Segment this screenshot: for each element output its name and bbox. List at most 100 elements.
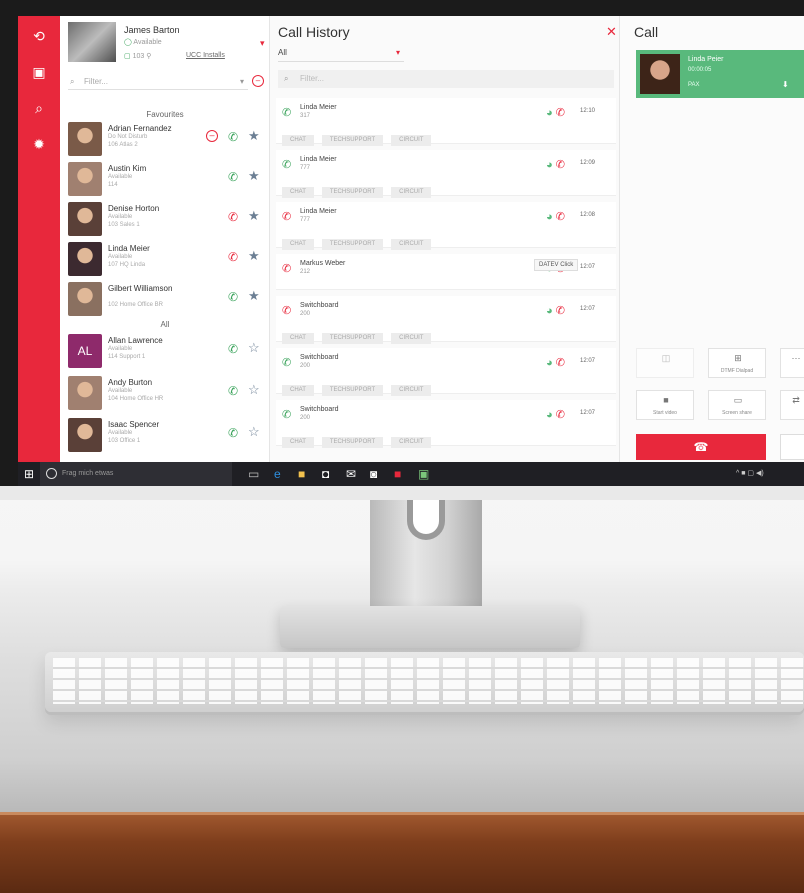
store-icon[interactable]: ◘ — [322, 466, 329, 482]
user-status[interactable]: ◯ Available — [124, 38, 162, 46]
hang-up-button[interactable]: ☎ — [636, 434, 766, 460]
datev-icon[interactable]: ◕ — [546, 211, 553, 223]
tag[interactable]: TECHSUPPORT — [321, 135, 384, 146]
history-search-input[interactable]: ⌕ Filter... — [278, 70, 614, 88]
transfer-button[interactable]: ⇄ — [780, 390, 804, 420]
hold-button[interactable]: ◫ — [636, 348, 694, 378]
secondary-button[interactable] — [780, 434, 804, 460]
taskbar-search[interactable]: Frag mich etwas — [40, 462, 232, 486]
monitor: ⟲ ▣ ⌕ ✹ James Barton ◯ Available ▢ 103 ⚲… — [0, 0, 804, 500]
datev-icon[interactable]: ◕ — [546, 159, 553, 171]
star-icon[interactable]: ★ — [248, 288, 260, 304]
datev-icon[interactable]: ◕ — [546, 305, 553, 317]
phone-icon[interactable]: ✆ — [556, 211, 565, 223]
row-actions: ◕ ✆ — [546, 106, 565, 119]
contact-row[interactable]: Denise Horton Available 103 Sales 1 ✆ ★ — [68, 202, 266, 238]
tag[interactable]: CIRCUIT — [391, 385, 432, 396]
history-row[interactable]: ✆ Switchboard 200 ◕ ✆ 12:07 CHAT TECHSUPPORT CI… — [276, 348, 616, 396]
tag[interactable]: CHAT — [282, 385, 314, 396]
app-icon[interactable]: ■ — [394, 466, 401, 482]
star-icon[interactable]: ★ — [248, 168, 260, 184]
phone-icon[interactable]: ✆ — [556, 409, 565, 421]
system-tray[interactable]: ^ ■ ▢ ◀) — [736, 462, 764, 486]
chevron-down-icon[interactable]: ▾ — [260, 38, 265, 49]
contact-row[interactable]: Gilbert Williamson 102 Home Office BR ✆ ★ — [68, 282, 266, 318]
star-outline-icon[interactable]: ☆ — [248, 382, 260, 398]
tag[interactable]: CHAT — [282, 135, 314, 146]
phone-icon[interactable]: ✆ — [228, 130, 238, 144]
tag[interactable]: CIRCUIT — [391, 239, 432, 250]
more-button[interactable]: ⋯ — [780, 348, 804, 378]
datev-icon[interactable]: ◕ — [546, 107, 553, 119]
tag[interactable]: CHAT — [282, 239, 314, 250]
phone-icon[interactable]: ✆ — [228, 250, 238, 264]
star-outline-icon[interactable]: ☆ — [248, 424, 260, 440]
datev-icon[interactable]: ◕ — [546, 357, 553, 369]
camera-icon[interactable]: ◙ — [370, 466, 377, 482]
tag[interactable]: CHAT — [282, 333, 314, 344]
uc-link[interactable]: UCC Installs — [186, 52, 225, 59]
tag[interactable]: CIRCUIT — [391, 333, 432, 344]
history-row[interactable]: ✆ Linda Meier 777 ◕ ✆ 12:08 CHAT TECHSUPPORT CI… — [276, 202, 616, 250]
tag[interactable]: TECHSUPPORT — [321, 239, 384, 250]
contacts-icon[interactable]: ▣ — [18, 58, 60, 86]
do-not-disturb-icon[interactable]: – — [252, 75, 264, 87]
contacts-filter-input[interactable]: ⌕ Filter... ▾ — [68, 74, 248, 90]
phone-icon[interactable]: ✆ — [556, 107, 565, 119]
contact-row[interactable]: Isaac Spencer Available 103 Office 1 ✆ ☆ — [68, 418, 266, 454]
explorer-icon[interactable]: ■ — [298, 466, 305, 482]
phone-icon[interactable]: ✆ — [228, 210, 238, 224]
phone-icon[interactable]: ✆ — [228, 170, 238, 184]
tag[interactable]: CHAT — [282, 437, 314, 448]
phone-icon[interactable]: ✆ — [556, 305, 565, 317]
task-view-icon[interactable]: ▭ — [248, 466, 259, 482]
chevron-down-icon[interactable]: ▾ — [240, 74, 244, 90]
settings-icon[interactable]: ✹ — [18, 130, 60, 158]
tag[interactable]: CHAT — [282, 187, 314, 198]
contact-row[interactable]: AL Allan Lawrence Available 114 Support 1 ✆ ☆ — [68, 334, 266, 370]
video-button[interactable]: ■ Start video — [636, 390, 694, 420]
history-row[interactable]: ✆ Linda Meier 317 ◕ ✆ 12:10 CHAT TECHSUPPORT CI… — [276, 98, 616, 146]
contact-row[interactable]: Linda Meier Available 107 HQ Linda ✆ ★ — [68, 242, 266, 278]
phone-icon[interactable]: ✆ — [228, 342, 238, 356]
datev-icon[interactable]: ◕ — [546, 409, 553, 421]
star-icon[interactable]: ★ — [248, 128, 260, 144]
contact-row[interactable]: Adrian Fernandez Do Not Disturb 106 Atlas … — [68, 122, 266, 158]
tag[interactable]: CIRCUIT — [391, 187, 432, 198]
user-profile[interactable]: James Barton ◯ Available ▢ 103 ⚲ UCC Ins… — [68, 22, 265, 70]
chevron-down-icon[interactable]: ⬇ — [782, 80, 789, 89]
browser-icon[interactable]: e — [274, 466, 281, 482]
history-row[interactable]: ✆ Linda Meier 777 ◕ ✆ 12:09 CHAT TECHSUPPORT CI… — [276, 150, 616, 198]
star-outline-icon[interactable]: ☆ — [248, 340, 260, 356]
tag[interactable]: TECHSUPPORT — [321, 385, 384, 396]
search-icon[interactable]: ⌕ — [18, 94, 60, 122]
phone-icon[interactable]: ✆ — [228, 426, 238, 440]
tag[interactable]: TECHSUPPORT — [321, 187, 384, 198]
photos-icon[interactable]: ▣ — [418, 466, 429, 482]
contact-row[interactable]: Andy Burton Available 104 Home Office HR ✆ ☆ — [68, 376, 266, 412]
phone-icon[interactable]: ✆ — [228, 384, 238, 398]
dialpad-button[interactable]: ⊞ DTMF Dialpad — [708, 348, 766, 378]
tag[interactable]: TECHSUPPORT — [321, 437, 384, 448]
history-row[interactable]: ✆ Switchboard 200 ◕ ✆ 12:07 CHAT TECHSUPPORT CI… — [276, 296, 616, 344]
star-icon[interactable]: ★ — [248, 208, 260, 224]
history-name: Switchboard — [300, 354, 339, 361]
history-filter-select[interactable]: All ▾ — [278, 48, 404, 62]
history-row[interactable]: ✆ Switchboard 200 ◕ ✆ 12:07 CHAT TECHSUPPORT CI… — [276, 400, 616, 448]
phone-icon[interactable]: ✆ — [228, 290, 238, 304]
contact-row[interactable]: Austin Kim Available 114 ✆ ★ — [68, 162, 266, 198]
tag[interactable]: CIRCUIT — [391, 437, 432, 448]
active-call-card[interactable]: Linda Peier 00:00:05 PAX ⬇ — [636, 50, 804, 98]
phone-icon[interactable]: ✆ — [556, 357, 565, 369]
tag[interactable]: CIRCUIT — [391, 135, 432, 146]
history-icon[interactable]: ⟲ — [18, 22, 60, 50]
phone-icon[interactable]: ✆ — [556, 159, 565, 171]
contact-name: Austin Kim — [108, 164, 147, 173]
close-icon[interactable]: ✕ — [606, 24, 617, 40]
star-icon[interactable]: ★ — [248, 248, 260, 264]
start-icon[interactable]: ⊞ — [24, 466, 34, 482]
caller-sub: PAX — [688, 82, 700, 88]
mail-icon[interactable]: ✉ — [346, 466, 356, 482]
screen-share-button[interactable]: ▭ Screen share — [708, 390, 766, 420]
tag[interactable]: TECHSUPPORT — [321, 333, 384, 344]
